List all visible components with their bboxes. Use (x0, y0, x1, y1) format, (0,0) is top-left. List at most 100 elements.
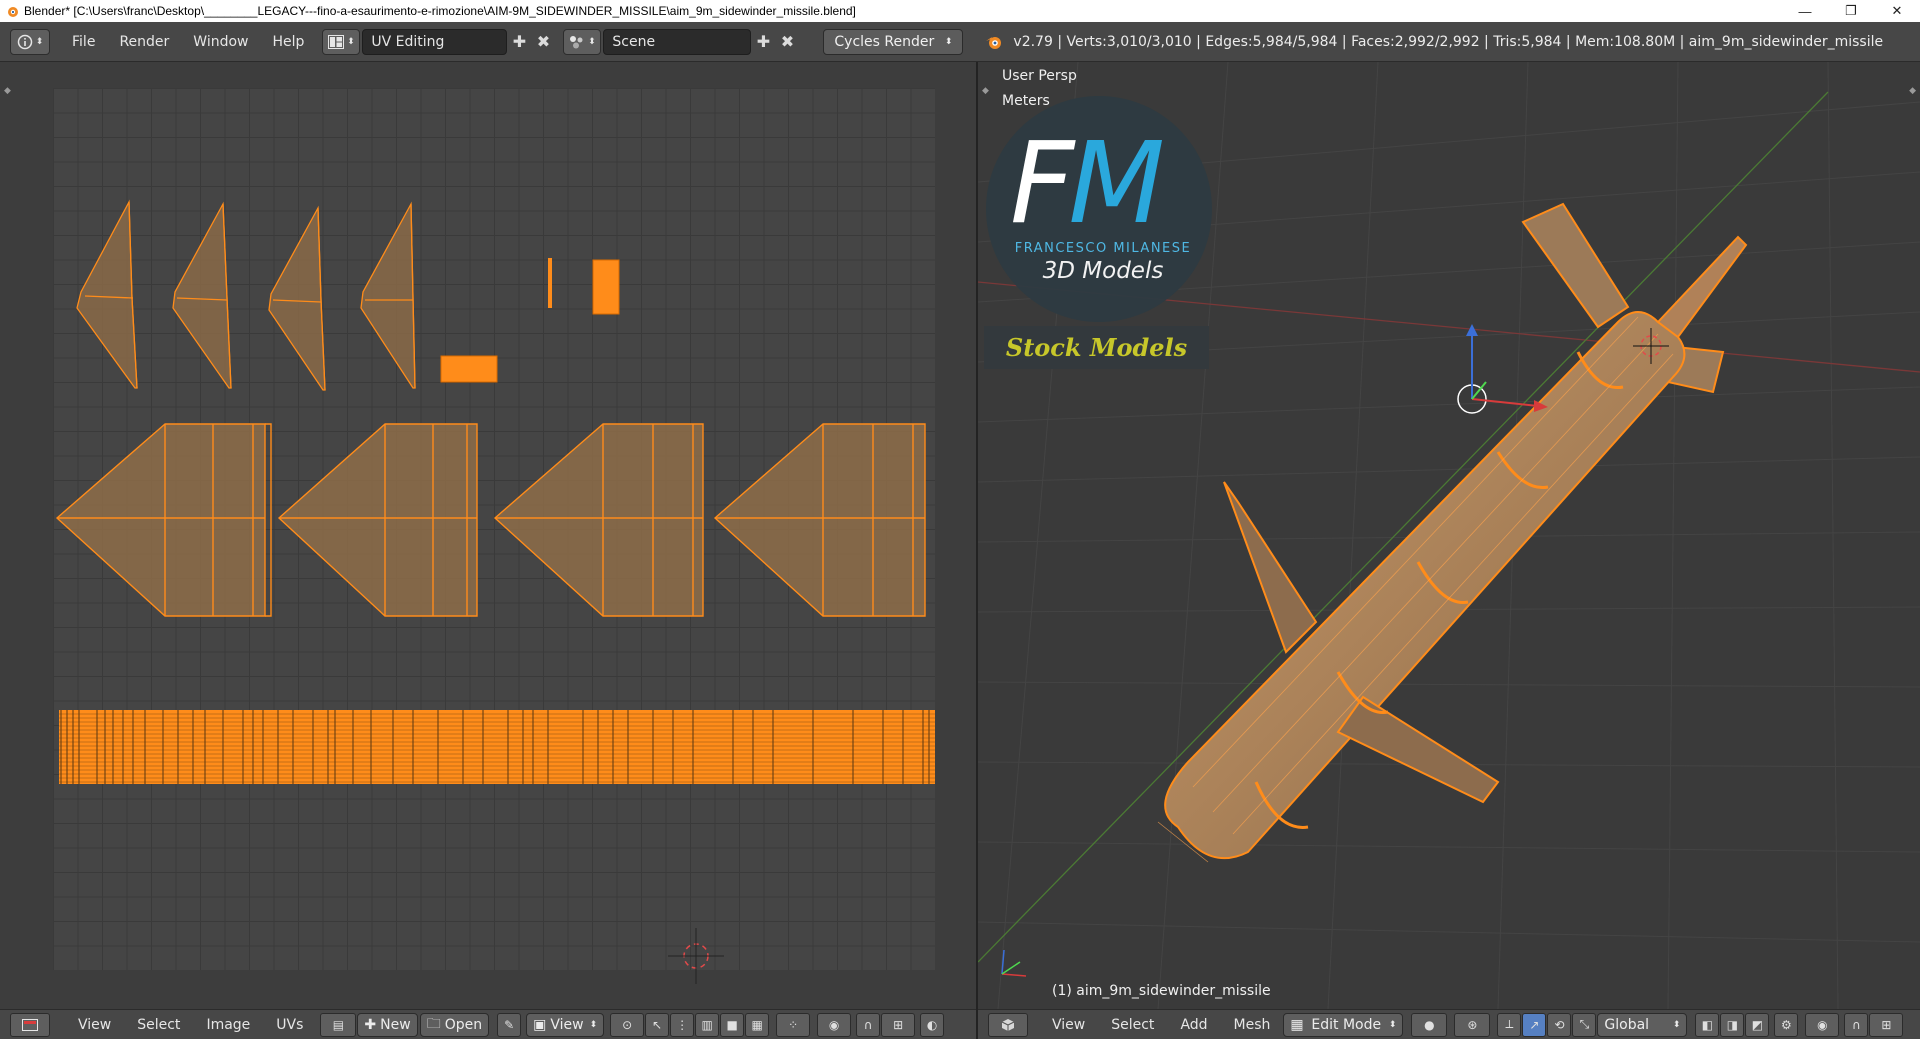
chevron-updown-icon: ⬍ (1388, 1019, 1397, 1030)
add-scene-button[interactable]: ✚ (751, 30, 775, 54)
menu-render[interactable]: Render (107, 34, 181, 50)
fm-logo: FM (1010, 128, 1165, 240)
uv-fuselage-strip (59, 710, 935, 784)
new-image-button[interactable]: ✚ New (357, 1012, 418, 1037)
chevron-updown-icon: ⬍ (35, 36, 44, 47)
view-mode-dropdown[interactable]: ▣ View ⬍ (526, 1012, 605, 1037)
uv-menu-select[interactable]: Select (124, 1017, 193, 1033)
menu-help[interactable]: Help (260, 34, 316, 50)
screen-layout-name: UV Editing (371, 33, 445, 50)
solid-shading-icon: ● (1424, 1017, 1435, 1032)
manipulator-toggle-button[interactable]: ⟂ (1497, 1012, 1522, 1037)
uv-image-editor[interactable]: ◆ (0, 62, 976, 1009)
scene-stats: v2.79 | Verts:3,010/3,010 | Edges:5,984/… (1013, 33, 1884, 50)
snap-element-dropdown[interactable]: ⊞ (881, 1012, 916, 1037)
uv-menu-uvs[interactable]: UVs (263, 1017, 316, 1033)
translate-manipulator-button[interactable]: ↗ (1522, 1012, 1547, 1037)
3d-menu-add[interactable]: Add (1167, 1017, 1220, 1033)
add-screen-button[interactable]: ✚ (507, 30, 531, 54)
render-engine-dropdown[interactable]: Cycles Render ⬍ (823, 28, 964, 55)
vertex-select-button[interactable]: ◧ (1695, 1012, 1720, 1037)
sync-selection-button[interactable]: ↖ (645, 1012, 670, 1037)
editor-type-3d-button[interactable] (988, 1012, 1028, 1037)
3d-menu-view[interactable]: View (1039, 1017, 1098, 1033)
uv-layout[interactable] (53, 88, 935, 970)
plus-icon: ✚ (364, 1016, 377, 1033)
edge-select-button[interactable]: ◨ (1720, 1012, 1745, 1037)
rotate-icon: ⟲ (1554, 1017, 1565, 1032)
mode-dropdown[interactable]: ▦ Edit Mode ⬍ (1283, 1012, 1404, 1037)
pin-image-button[interactable]: ✎ (497, 1012, 522, 1037)
chevron-updown-icon: ⬍ (589, 1019, 598, 1030)
fm-logo-f: F (1010, 119, 1074, 249)
image-editor-icon (22, 1018, 38, 1031)
blender-window: Blender* [C:\Users\franc\Desktop\_______… (0, 0, 1920, 1039)
edge-select-button[interactable]: ▥ (695, 1012, 720, 1037)
occlude-geometry-button[interactable]: ⚙ (1774, 1012, 1799, 1037)
3d-menu-select[interactable]: Select (1098, 1017, 1167, 1033)
scene-name: Scene (612, 33, 656, 50)
snap-icon: ∩ (1852, 1017, 1861, 1032)
layout-grid-icon (328, 34, 345, 49)
scale-icon: ⤡ (1579, 1017, 1590, 1031)
snap-element-dropdown[interactable]: ⊞ (1869, 1012, 1904, 1037)
chevron-updown-icon: ⬍ (347, 36, 355, 47)
screen-layout-field[interactable]: UV Editing (362, 28, 508, 55)
pivot-point-dropdown[interactable]: ⊛ (1454, 1012, 1491, 1037)
uv-menu-image[interactable]: Image (193, 1017, 263, 1033)
minimize-button[interactable]: — (1782, 0, 1828, 22)
image-channels-button[interactable]: ◐ (920, 1012, 945, 1037)
toolshelf-toggle-icon[interactable]: ◆ (4, 86, 11, 96)
face-select-icon: ◩ (1751, 1017, 1764, 1032)
vertex-select-icon: ⋮ (676, 1017, 689, 1032)
x-icon: ✖ (536, 32, 551, 51)
face-select-button[interactable]: ◩ (1745, 1012, 1770, 1037)
transform-orientation-dropdown[interactable]: Global ⬍ (1597, 1012, 1688, 1037)
face-select-button[interactable]: ■ (720, 1012, 745, 1037)
uv-fin-islands-small (76, 199, 416, 391)
edit-mode-icon: ▦ (1290, 1016, 1304, 1033)
editor-type-info-button[interactable]: ⬍ (10, 28, 50, 55)
snap-toggle-button[interactable]: ∩ (1844, 1012, 1869, 1037)
pivot-dropdown[interactable]: ⊙ (610, 1012, 645, 1037)
mode-label: Edit Mode (1311, 1016, 1382, 1033)
menu-file[interactable]: File (60, 34, 107, 50)
open-image-button[interactable]: 🗀 Open (419, 1012, 490, 1037)
image-browse-button[interactable]: ▤ (320, 1012, 357, 1037)
manipulator-icon: ⟂ (1505, 1017, 1514, 1031)
uv-menu-view[interactable]: View (65, 1017, 124, 1033)
proportional-edit-dropdown[interactable]: ◉ (817, 1012, 852, 1037)
remove-scene-button[interactable]: ✖ (775, 30, 799, 54)
chevron-updown-icon: ⬍ (944, 36, 953, 47)
2d-cursor-icon (668, 928, 724, 984)
x-icon: ✖ (780, 32, 795, 51)
island-select-button[interactable]: ▦ (745, 1012, 770, 1037)
proportional-edit-dropdown[interactable]: ◉ (1805, 1012, 1840, 1037)
maximize-button[interactable]: ❐ (1828, 0, 1874, 22)
uv-editor-header: View Select Image UVs ▤ ✚ New 🗀 Open ✎ ▣ Vi… (0, 1009, 976, 1039)
plus-icon: ✚ (756, 32, 771, 51)
pin-icon: ✎ (504, 1017, 515, 1032)
rotate-manipulator-button[interactable]: ⟲ (1547, 1012, 1572, 1037)
vertex-select-button[interactable]: ⋮ (670, 1012, 695, 1037)
screen-layout-button[interactable]: ⬍ (322, 28, 361, 55)
close-button[interactable]: ✕ (1874, 0, 1920, 22)
scene-field[interactable]: Scene (603, 28, 752, 55)
sticky-selection-dropdown[interactable]: ⁘ (776, 1012, 811, 1037)
editor-type-image-button[interactable] (10, 1012, 50, 1037)
window-title: Blender* [C:\Users\franc\Desktop\_______… (24, 4, 856, 18)
active-object-label: (1) aim_9m_sidewinder_missile (1052, 983, 1271, 999)
channels-icon: ◐ (926, 1017, 938, 1032)
snap-element-icon: ⊞ (893, 1017, 904, 1032)
remove-screen-button[interactable]: ✖ (531, 30, 555, 54)
arrow-icon: ↗ (1529, 1017, 1540, 1032)
menu-window[interactable]: Window (181, 34, 260, 50)
proportional-icon: ◉ (1817, 1017, 1828, 1032)
pivot-icon: ⊙ (622, 1017, 633, 1032)
scale-manipulator-button[interactable]: ⤡ (1572, 1012, 1597, 1037)
scene-selector-button[interactable]: ⬍ (563, 28, 602, 55)
3d-menu-mesh[interactable]: Mesh (1221, 1017, 1284, 1033)
shading-dropdown[interactable]: ● (1411, 1012, 1448, 1037)
snap-toggle-button[interactable]: ∩ (856, 1012, 881, 1037)
occlude-icon: ⚙ (1781, 1017, 1792, 1032)
